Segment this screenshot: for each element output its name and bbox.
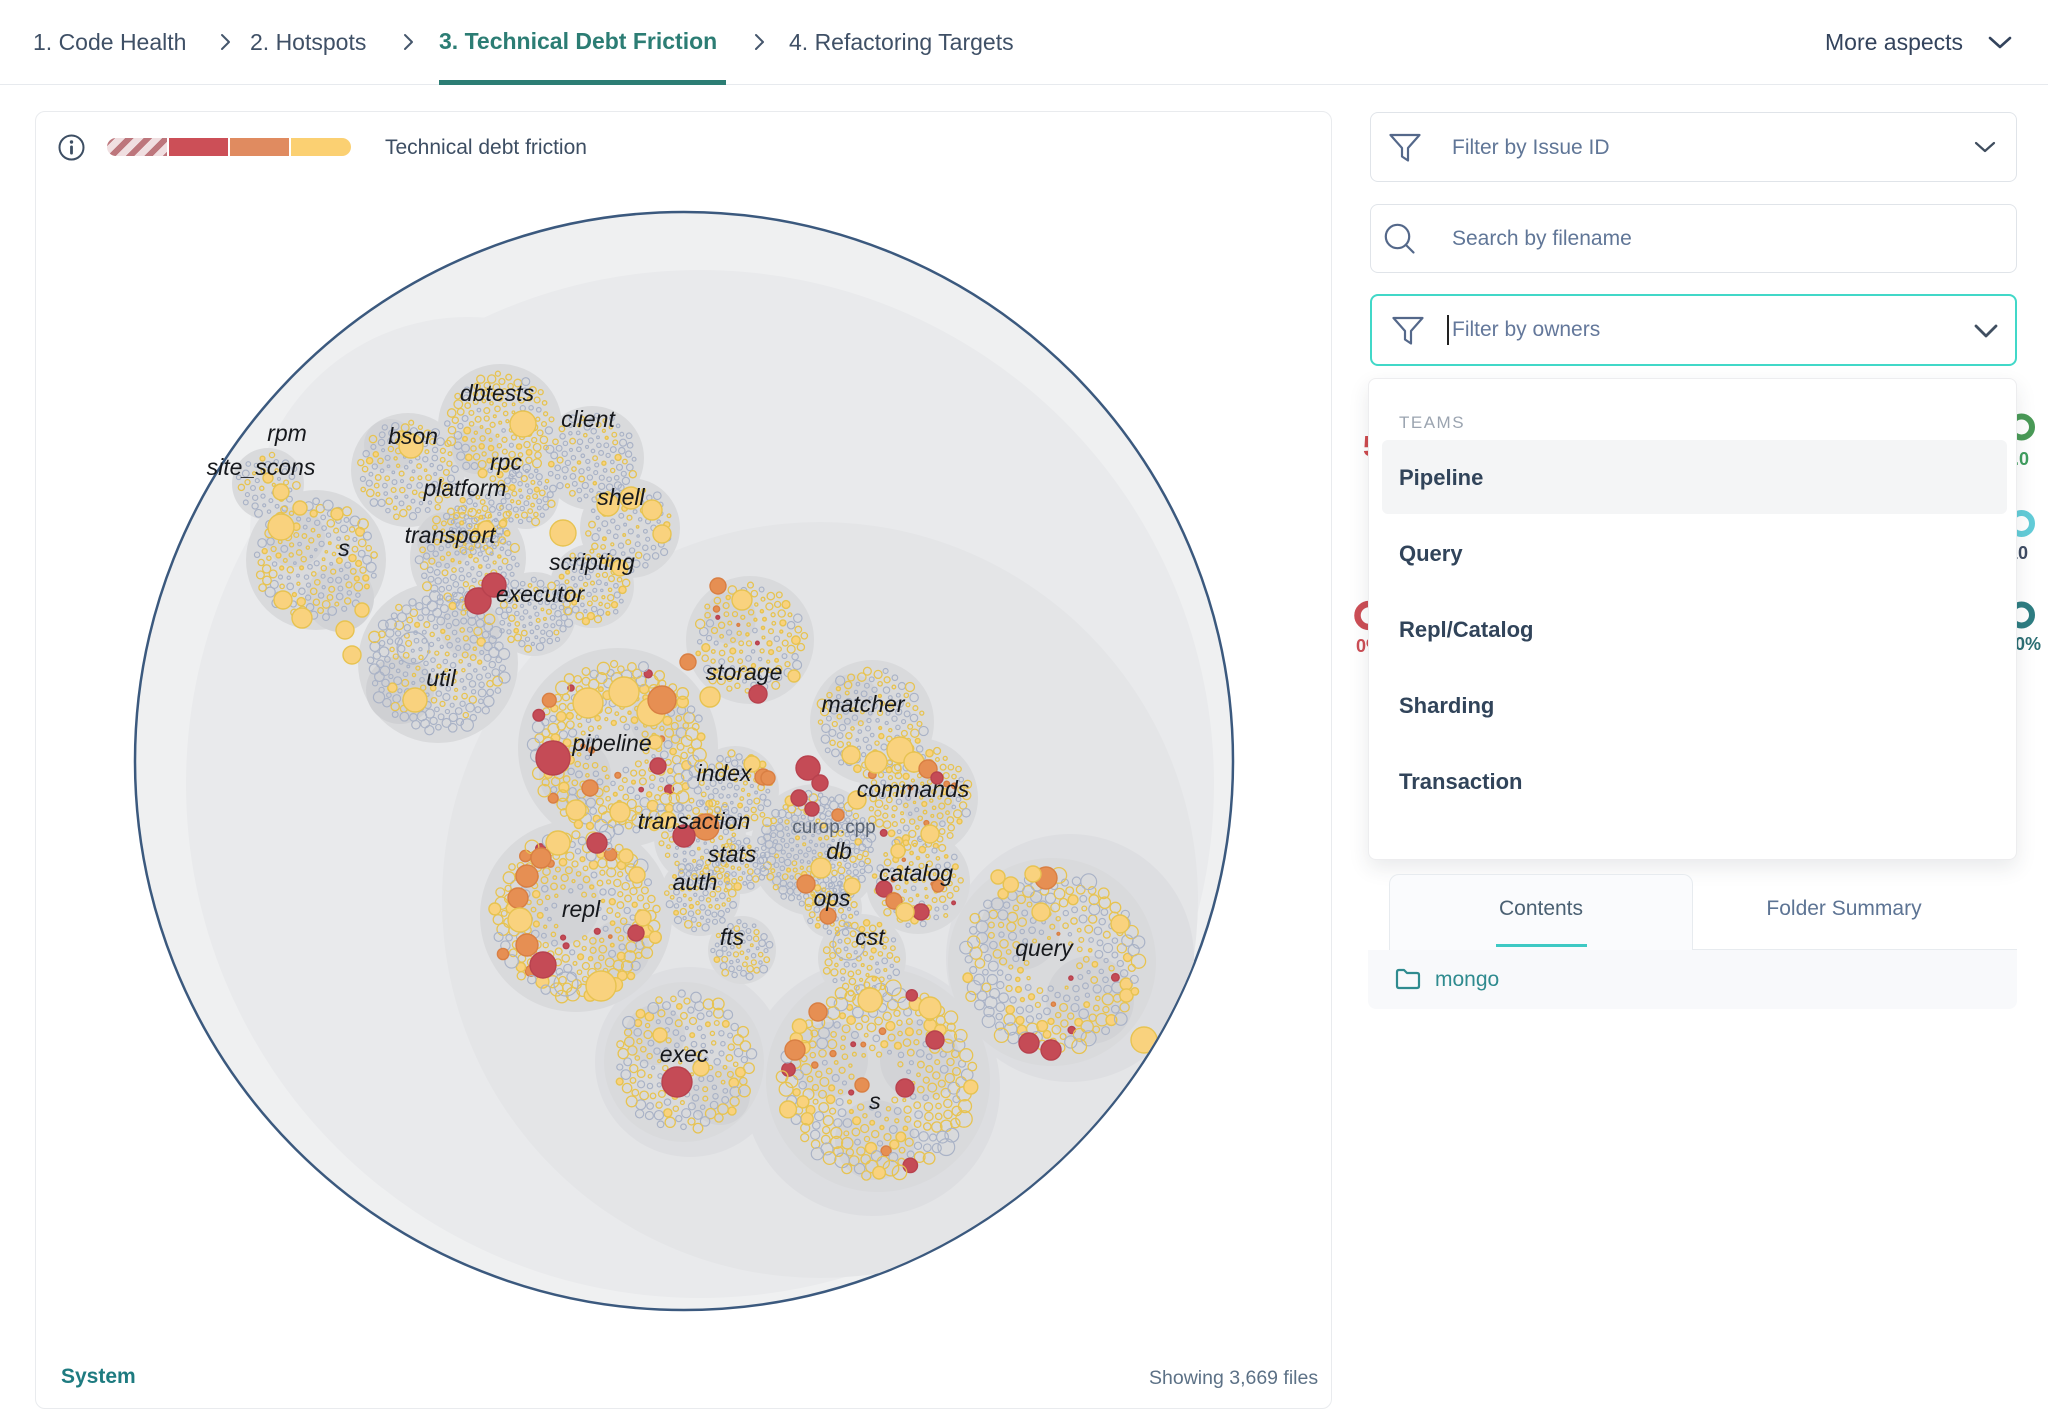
svg-text:util: util [426, 665, 456, 691]
svg-text:storage: storage [706, 659, 783, 685]
svg-text:matcher: matcher [821, 691, 905, 717]
svg-text:s: s [338, 535, 350, 561]
svg-text:db: db [826, 838, 852, 864]
svg-text:executor: executor [496, 581, 586, 607]
svg-text:client: client [561, 406, 616, 432]
svg-text:rpm: rpm [267, 420, 307, 446]
svg-text:cst: cst [855, 924, 886, 950]
svg-text:query: query [1015, 935, 1074, 961]
svg-text:exec: exec [660, 1041, 709, 1067]
svg-text:scripting: scripting [549, 549, 635, 575]
svg-text:s: s [869, 1088, 881, 1114]
svg-text:shell: shell [597, 484, 645, 510]
svg-text:platform: platform [422, 475, 506, 501]
svg-text:ops: ops [813, 885, 851, 911]
svg-text:pipeline: pipeline [571, 730, 651, 756]
svg-text:curop.cpp: curop.cpp [792, 817, 875, 838]
svg-text:stats: stats [708, 841, 757, 867]
svg-text:site_scons: site_scons [207, 454, 316, 480]
svg-text:index: index [697, 760, 753, 786]
svg-text:catalog: catalog [879, 860, 953, 886]
svg-text:dbtests: dbtests [460, 380, 535, 406]
svg-text:auth: auth [673, 869, 718, 895]
svg-text:commands: commands [857, 776, 970, 802]
svg-text:repl: repl [562, 896, 601, 922]
svg-text:bson: bson [388, 423, 438, 449]
svg-text:rpc: rpc [490, 449, 522, 475]
svg-text:transport: transport [405, 522, 497, 548]
svg-text:fts: fts [720, 924, 745, 950]
svg-text:transaction: transaction [638, 808, 751, 834]
